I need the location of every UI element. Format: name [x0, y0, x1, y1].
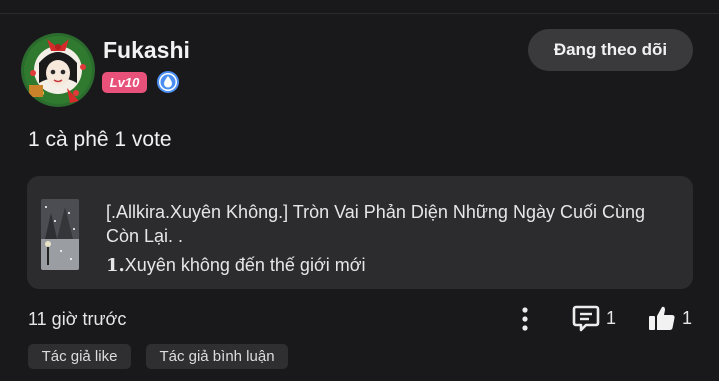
- comment-icon: [572, 305, 600, 332]
- chapter-number: 1.: [106, 255, 125, 276]
- top-divider: [0, 13, 719, 14]
- snowy-night-cover-icon: [41, 199, 79, 270]
- author-liked-chip[interactable]: Tác giả like: [28, 344, 131, 369]
- water-drop-badge-icon: [156, 70, 180, 94]
- story-title: [.Allkira.Xuyên Không.] Tròn Vai Phản Di…: [106, 202, 646, 246]
- story-card[interactable]: [.Allkira.Xuyên Không.] Tròn Vai Phản Di…: [27, 176, 693, 289]
- author-name[interactable]: Fukashi: [103, 37, 190, 64]
- more-options-button[interactable]: [515, 304, 535, 334]
- christmas-wreath-avatar-icon: [21, 33, 95, 107]
- following-button[interactable]: Đang theo dõi: [528, 29, 693, 71]
- thumbs-up-icon: [649, 306, 675, 330]
- author-commented-chip[interactable]: Tác giả bình luận: [146, 344, 288, 369]
- like-button[interactable]: 1: [647, 302, 692, 334]
- reply-button[interactable]: 1: [571, 302, 616, 334]
- vertical-dots-icon: [522, 307, 528, 331]
- chapter-title: Xuyên không đến thế giới mới: [124, 255, 366, 275]
- comment-text: 1 cà phê 1 vote: [28, 128, 172, 151]
- reply-count: 1: [606, 307, 617, 328]
- comment-timestamp: 11 giờ trước: [28, 309, 127, 329]
- level-badge: Lv10: [102, 72, 147, 93]
- like-count: 1: [682, 307, 693, 328]
- chapter-row: 1.Xuyên không đến thế giới mới: [106, 255, 366, 276]
- author-avatar[interactable]: [21, 33, 95, 107]
